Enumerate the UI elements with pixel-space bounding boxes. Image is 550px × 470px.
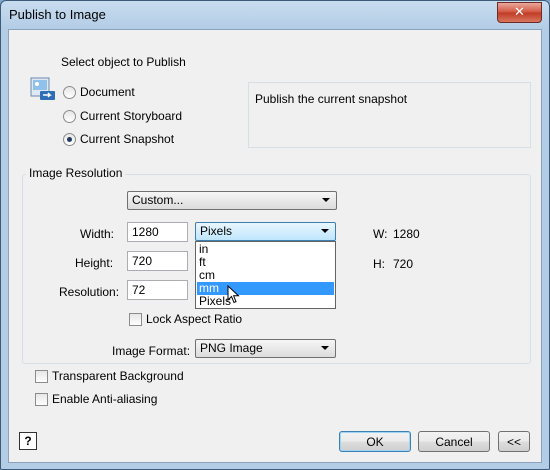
transparent-background-label[interactable]: Transparent Background bbox=[52, 369, 184, 383]
publish-description-box: Publish the current snapshot bbox=[248, 82, 531, 148]
title-bar[interactable]: Publish to Image ✕ bbox=[1, 1, 549, 29]
w-readout-value: 1280 bbox=[393, 227, 420, 241]
anti-aliasing-label[interactable]: Enable Anti-aliasing bbox=[52, 392, 157, 406]
image-format-select[interactable]: PNG Image bbox=[195, 339, 336, 358]
help-button[interactable]: ? bbox=[19, 432, 37, 450]
resolution-preset-select[interactable]: Custom... bbox=[127, 191, 337, 210]
image-resolution-title: Image Resolution bbox=[26, 166, 126, 180]
h-readout-label: H: bbox=[373, 257, 385, 271]
lock-aspect-checkbox[interactable] bbox=[129, 313, 142, 326]
height-input[interactable]: 720 bbox=[127, 251, 188, 271]
publish-description: Publish the current snapshot bbox=[255, 92, 408, 106]
ok-button[interactable]: OK bbox=[339, 431, 411, 452]
height-label: Height: bbox=[75, 256, 114, 270]
chevron-down-icon bbox=[321, 229, 329, 233]
publish-dialog: Publish to Image ✕ Select object to Publ… bbox=[0, 0, 550, 470]
window-title: Publish to Image bbox=[9, 7, 106, 22]
mouse-cursor-icon bbox=[227, 285, 240, 304]
close-icon: ✕ bbox=[514, 4, 525, 19]
radio-current-storyboard[interactable] bbox=[63, 110, 76, 123]
chevron-down-icon bbox=[321, 346, 329, 350]
width-input[interactable]: 1280 bbox=[127, 222, 188, 242]
radio-snapshot-label[interactable]: Current Snapshot bbox=[80, 132, 174, 146]
radio-storyboard-label[interactable]: Current Storyboard bbox=[80, 109, 182, 123]
unit-select-value: Pixels bbox=[200, 224, 233, 238]
select-object-prompt: Select object to Publish bbox=[61, 55, 186, 69]
unit-option-in[interactable]: in bbox=[197, 243, 334, 256]
w-readout-label: W: bbox=[373, 227, 388, 241]
width-value: 1280 bbox=[132, 225, 159, 239]
radio-current-snapshot[interactable] bbox=[63, 133, 76, 146]
collapse-button[interactable]: << bbox=[498, 431, 530, 452]
anti-aliasing-checkbox[interactable] bbox=[35, 393, 48, 406]
help-icon: ? bbox=[24, 434, 32, 448]
transparent-background-checkbox[interactable] bbox=[35, 370, 48, 383]
publish-image-icon bbox=[30, 77, 55, 100]
radio-document[interactable] bbox=[63, 86, 76, 99]
unit-dropdown-list: in ft cm mm Pixels bbox=[195, 241, 336, 309]
unit-select[interactable]: Pixels bbox=[195, 222, 336, 241]
chevron-down-icon bbox=[322, 198, 330, 202]
unit-option-ft[interactable]: ft bbox=[197, 256, 334, 269]
h-readout-value: 720 bbox=[393, 257, 414, 271]
image-format-label: Image Format: bbox=[112, 344, 191, 358]
resolution-label: Resolution: bbox=[59, 285, 120, 299]
lock-aspect-label[interactable]: Lock Aspect Ratio bbox=[146, 312, 242, 326]
cancel-button[interactable]: Cancel bbox=[418, 431, 490, 452]
unit-option-pixels[interactable]: Pixels bbox=[197, 295, 334, 308]
image-format-value: PNG Image bbox=[200, 341, 263, 355]
radio-document-label[interactable]: Document bbox=[80, 85, 135, 99]
width-label: Width: bbox=[80, 227, 115, 241]
height-value: 720 bbox=[132, 254, 153, 268]
resolution-input[interactable]: 72 bbox=[127, 280, 188, 300]
resolution-value: 72 bbox=[132, 283, 146, 297]
resolution-preset-value: Custom... bbox=[132, 193, 184, 207]
close-button[interactable]: ✕ bbox=[497, 2, 542, 23]
